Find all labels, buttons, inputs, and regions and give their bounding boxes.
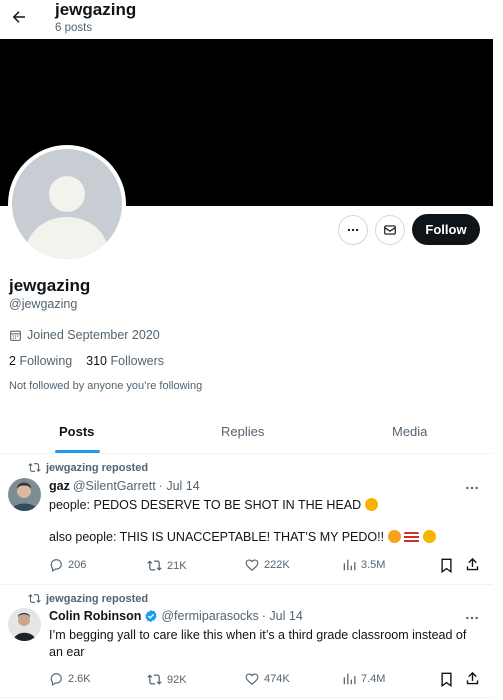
post-date[interactable]: · Jul 14 [159,479,200,493]
view-count: 3.5M [361,559,386,571]
tab-posts[interactable]: Posts [59,424,94,439]
like-action[interactable]: 474K [245,672,290,686]
views-chart-icon [343,559,356,571]
more-dots-icon [347,228,359,232]
author-handle[interactable]: @SilentGarrett [73,479,156,493]
post-divider [0,584,493,585]
followers-label: Followers [110,354,165,368]
reply-icon [50,673,62,686]
repost-indicator: jewgazing reposted [28,461,148,474]
follow-button[interactable]: Follow [412,214,480,245]
bookmark-icon[interactable] [440,558,453,573]
like-count: 222K [264,559,290,571]
repost-icon [147,560,162,571]
reply-count: 206 [68,559,87,571]
profile-display-name: jewgazing [9,276,91,295]
repost-count: 92K [167,673,187,686]
following-count: 2 [9,354,16,368]
author-handle[interactable]: @fermiparasocks [161,609,258,623]
repost-action[interactable]: 21K [147,558,187,573]
more-options-button[interactable] [338,215,368,245]
like-count: 474K [264,673,290,685]
views-chart-icon [343,673,356,685]
heart-icon [245,673,259,686]
post-text-2: also people: THIS IS UNACCEPTABLE! THAT’… [49,529,479,546]
author-name[interactable]: gaz [49,479,70,493]
share-icon[interactable] [465,557,480,572]
view-count: 7.4M [361,673,386,685]
post-text: people: PEDOS DESERVE TO BE SHOT IN THE … [49,497,479,514]
tab-replies[interactable]: Replies [221,424,264,439]
tab-media[interactable]: Media [392,424,427,439]
views-action[interactable]: 7.4M [342,672,385,686]
repost-label[interactable]: jewgazing reposted [46,462,148,474]
tabs-divider [0,453,493,454]
bookmark-icon[interactable] [440,672,453,687]
reply-action[interactable]: 206 [49,558,86,572]
post-header: Colin Robinson @fermiparasocks · Jul 14 [49,609,303,623]
reply-icon [50,559,62,572]
heart-icon [245,559,259,572]
following-label: Following [19,354,73,368]
message-button[interactable] [375,215,405,245]
post-text-line-2: also people: THIS IS UNACCEPTABLE! THAT’… [49,530,385,544]
verified-badge-icon [145,609,157,623]
header-post-count: 6 posts [55,22,93,34]
following-link[interactable]: 2 Following [9,354,72,368]
like-action[interactable]: 222K [245,558,290,572]
repost-label[interactable]: jewgazing reposted [46,593,148,605]
post-date[interactable]: · Jul 14 [262,609,303,623]
not-followed-note: Not followed by anyone you’re following [9,380,203,392]
reply-count: 2.6K [68,673,91,685]
joined-date: Joined September 2020 [9,328,160,342]
joined-text: Joined September 2020 [27,328,160,342]
envelope-icon [384,225,396,235]
post-more-icon[interactable] [464,610,480,626]
author-avatar[interactable] [8,608,41,641]
profile-avatar[interactable] [8,145,126,263]
repost-icon [147,674,162,685]
post-text-line-1: people: PEDOS DESERVE TO BE SHOT IN THE … [49,498,362,512]
post-divider [0,697,493,698]
saluting-face-emoji-icon [387,530,401,543]
default-avatar-body [26,217,108,259]
repost-count: 21K [167,559,187,572]
share-icon[interactable] [465,671,480,686]
followers-link[interactable]: 310 Followers [86,354,164,368]
post-more-icon[interactable] [464,480,480,496]
followers-count: 310 [86,354,108,368]
back-arrow-icon[interactable] [10,8,28,26]
default-avatar-head [49,176,85,212]
repost-icon [28,463,41,472]
calendar-icon [10,330,21,341]
repost-indicator: jewgazing reposted [28,592,148,605]
repost-action[interactable]: 92K [147,672,187,687]
header-title: jewgazing [55,0,137,19]
views-action[interactable]: 3.5M [342,558,385,572]
post-header: gaz @SilentGarrett · Jul 14 [49,479,200,493]
repost-icon [28,594,41,603]
angry-face-emoji-icon-2 [422,530,436,543]
author-name[interactable]: Colin Robinson [49,609,141,623]
profile-handle: @jewgazing [9,297,78,311]
us-flag-emoji-icon [404,532,420,543]
reply-action[interactable]: 2.6K [49,672,91,686]
angry-face-emoji-icon [364,498,378,511]
post-text: I’m begging yall to care like this when … [49,628,467,659]
follow-stats: 2 Following 310 Followers [9,354,164,368]
author-avatar[interactable] [8,478,41,511]
